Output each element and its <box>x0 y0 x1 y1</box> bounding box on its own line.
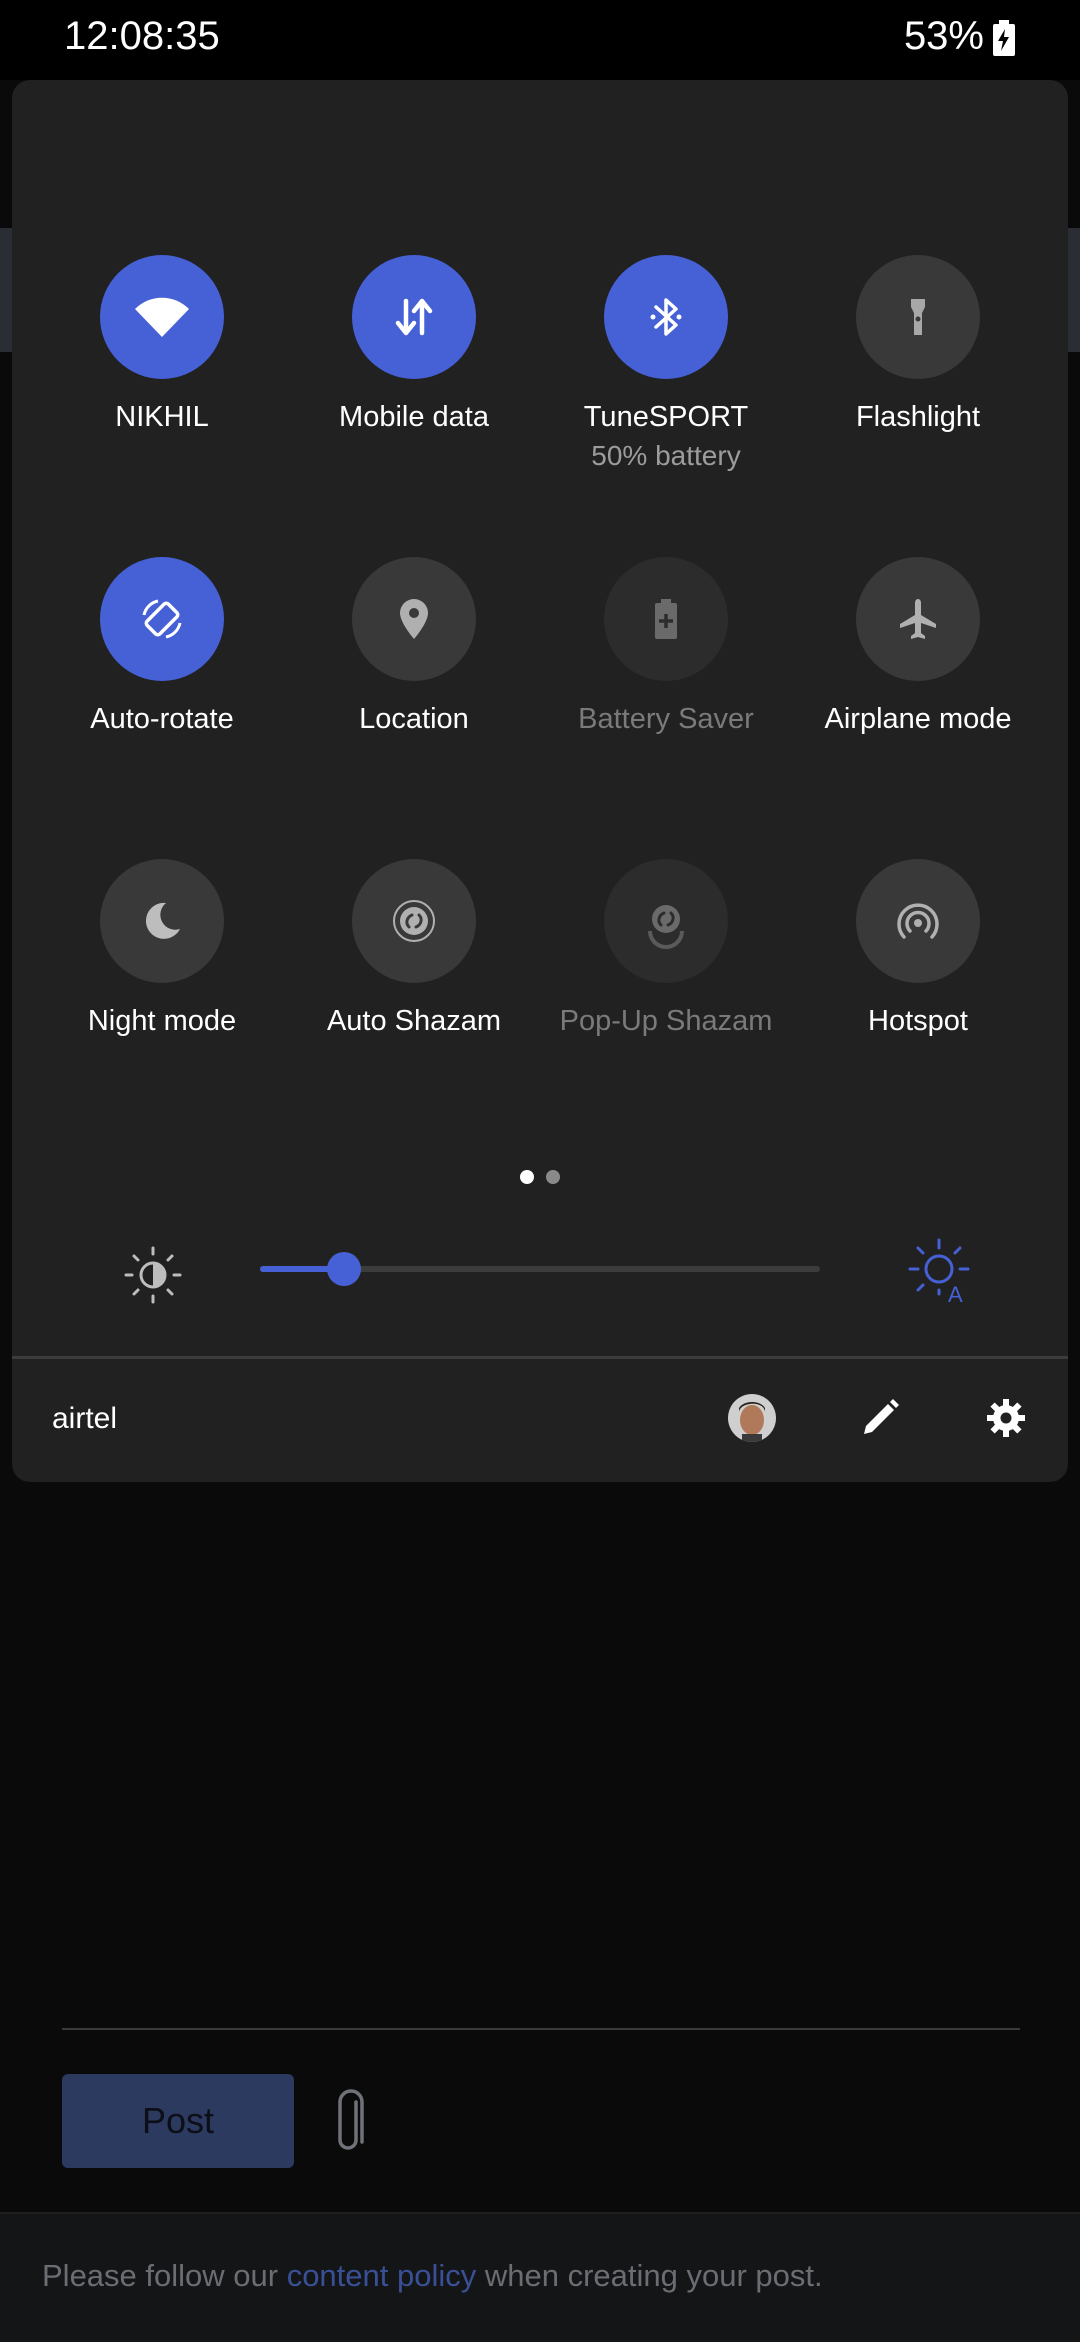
tile-pop-up-shazam[interactable]: Pop-Up Shazam <box>540 859 792 1038</box>
tile-label: Battery Saver <box>578 703 754 735</box>
content-policy-link[interactable]: content policy <box>287 2258 477 2293</box>
tile-auto-shazam[interactable]: Auto Shazam <box>288 859 540 1038</box>
page-dot-active <box>520 1170 534 1184</box>
tile-sublabel: 50% battery <box>591 440 741 471</box>
footer-text: Please follow our content policy when cr… <box>42 2258 823 2293</box>
brightness-low-icon <box>124 1246 182 1304</box>
tile-flashlight-button[interactable] <box>856 255 980 379</box>
tile-label: Location <box>359 703 469 735</box>
tile-label: Auto Shazam <box>326 1005 502 1037</box>
gear-icon[interactable] <box>984 1396 1028 1440</box>
tile-label: Pop-Up Shazam <box>559 1005 773 1037</box>
battery-percent: 53% <box>903 14 984 58</box>
status-bar: 12:08:35 53% <box>0 0 1080 80</box>
location-icon <box>400 599 428 639</box>
tile-auto-shazam-button[interactable] <box>352 859 476 983</box>
tile-bluetooth-button[interactable] <box>604 255 728 379</box>
content-policy-footer: Please follow our content policy when cr… <box>0 2212 1080 2342</box>
tile-wifi[interactable]: NIKHIL <box>36 255 288 434</box>
flashlight-icon <box>911 299 925 335</box>
auto-brightness-icon[interactable]: A <box>906 1236 976 1306</box>
panel-divider <box>12 1356 1068 1359</box>
tile-mobile-data[interactable]: Mobile data <box>288 255 540 434</box>
tile-battery-saver-button[interactable] <box>604 557 728 681</box>
tile-airplane-mode-button[interactable] <box>856 557 980 681</box>
auto-rotate-icon <box>142 599 182 639</box>
airplane-icon <box>900 599 936 639</box>
tile-night-mode-button[interactable] <box>100 859 224 983</box>
tile-airplane-mode[interactable]: Airplane mode <box>792 557 1044 736</box>
page-indicator <box>520 1170 572 1189</box>
tile-hotspot-button[interactable] <box>856 859 980 983</box>
tile-battery-saver[interactable]: Battery Saver <box>540 557 792 736</box>
tile-flashlight[interactable]: Flashlight <box>792 255 1044 434</box>
moon-icon <box>145 902 180 939</box>
battery-saver-icon <box>655 599 677 639</box>
tile-label: Auto-rotate <box>90 703 234 735</box>
tile-label: Flashlight <box>855 401 981 433</box>
shazam-popup-icon <box>648 905 684 949</box>
user-avatar[interactable] <box>728 1394 776 1442</box>
page-dot <box>546 1170 560 1184</box>
post-button[interactable]: Post <box>62 2074 294 2168</box>
tile-bluetooth[interactable]: TuneSPORT 50% battery <box>540 255 792 472</box>
tile-hotspot[interactable]: Hotspot <box>792 859 1044 1038</box>
background-app-header <box>1066 228 1080 352</box>
shazam-icon <box>393 900 435 942</box>
carrier-name: airtel <box>52 1402 118 1435</box>
tile-mobile-data-button[interactable] <box>352 255 476 379</box>
tile-auto-rotate[interactable]: Auto-rotate <box>36 557 288 736</box>
svg-text:A: A <box>948 1282 963 1306</box>
quick-settings-panel: NIKHIL Mobile data TuneSPORT 50% battery <box>12 80 1068 1482</box>
tile-location[interactable]: Location <box>288 557 540 736</box>
tile-label: TuneSPORT <box>583 401 749 433</box>
tile-label: NIKHIL <box>115 401 209 433</box>
brightness-thumb[interactable] <box>327 1252 361 1286</box>
tile-label: Airplane mode <box>824 703 1012 735</box>
clock: 12:08:35 <box>64 14 220 58</box>
hotspot-icon <box>897 903 939 939</box>
mobile-data-icon <box>395 298 433 336</box>
tile-label: Night mode <box>87 1005 237 1037</box>
tile-location-button[interactable] <box>352 557 476 681</box>
paperclip-icon[interactable] <box>334 2088 370 2158</box>
edit-icon[interactable] <box>858 1396 902 1440</box>
battery-charging-icon <box>993 20 1015 56</box>
tile-pop-up-shazam-button[interactable] <box>604 859 728 983</box>
tile-wifi-button[interactable] <box>100 255 224 379</box>
tile-night-mode[interactable]: Night mode <box>36 859 288 1038</box>
brightness-slider[interactable] <box>260 1252 820 1286</box>
composer-divider <box>62 2028 1020 2030</box>
tile-label: Hotspot <box>868 1005 968 1037</box>
tile-label: Mobile data <box>339 401 489 433</box>
wifi-icon <box>135 297 189 337</box>
bluetooth-icon <box>650 298 682 336</box>
tile-auto-rotate-button[interactable] <box>100 557 224 681</box>
